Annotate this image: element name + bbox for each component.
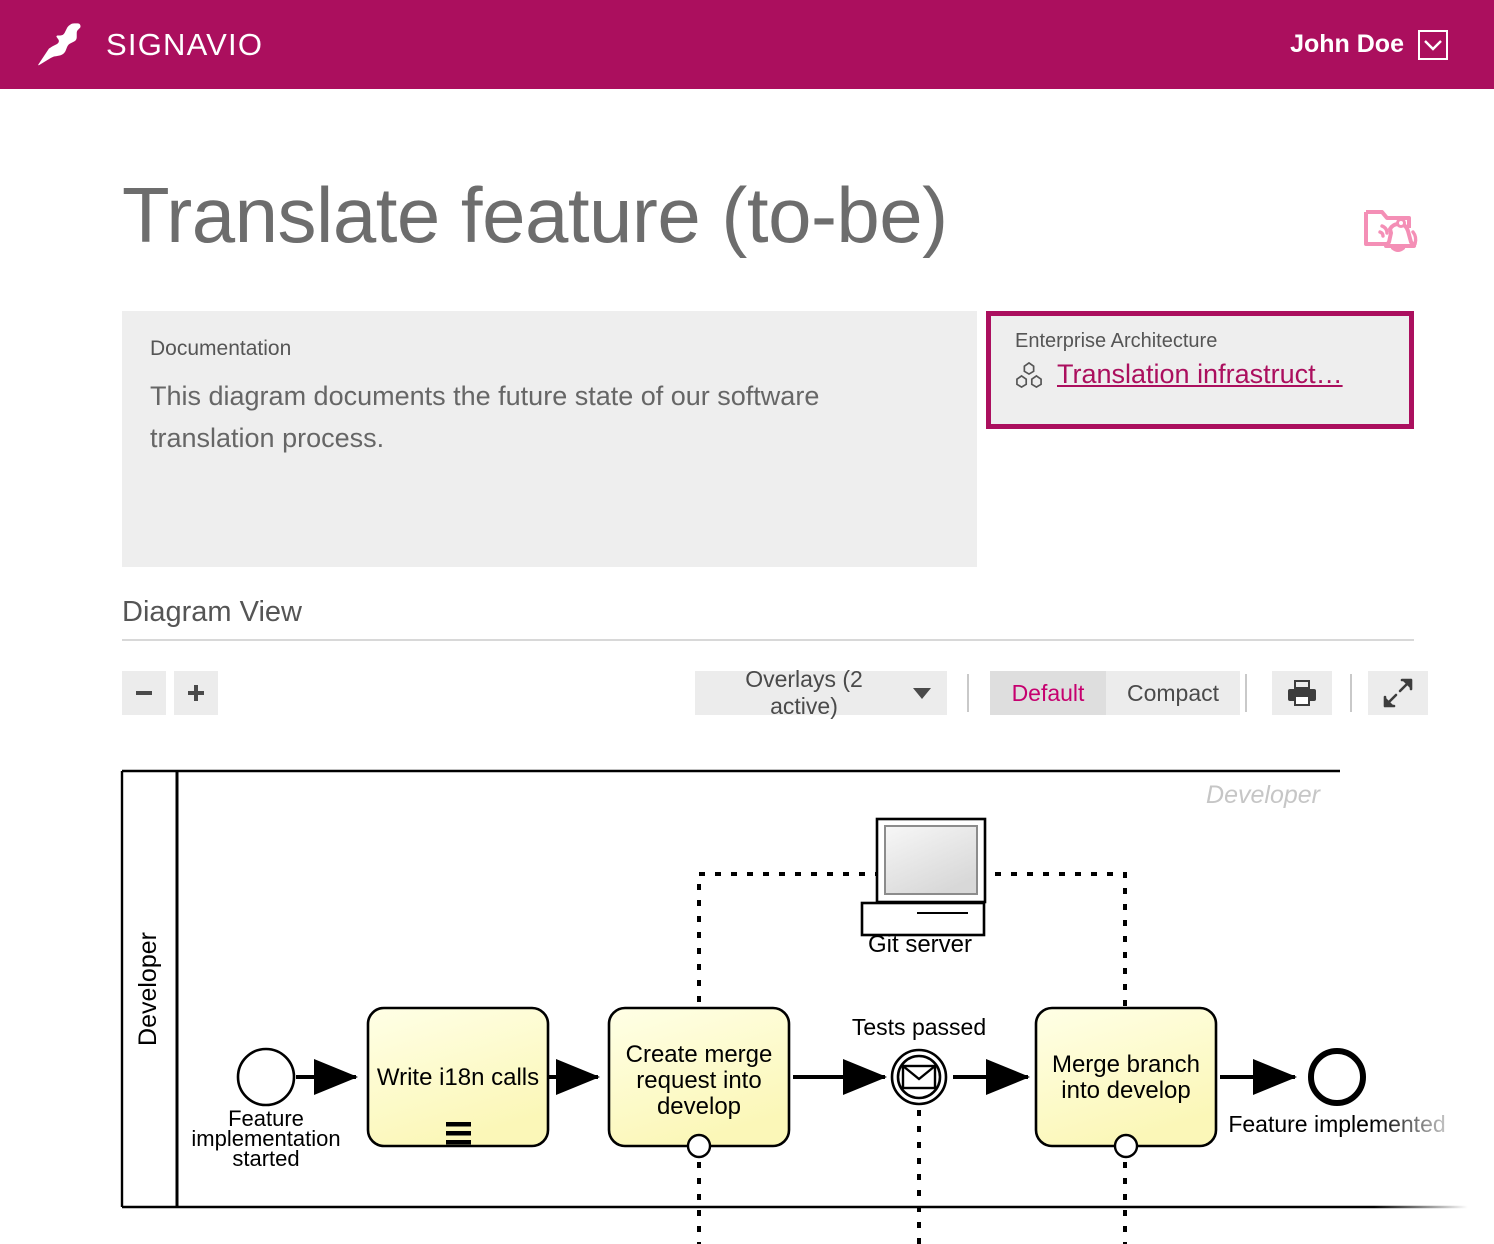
task-label-1: Create merge <box>626 1041 773 1068</box>
bpmn-task-create-merge-request[interactable]: Create merge request into develop <box>607 1006 791 1159</box>
documentation-label: Documentation <box>150 337 292 360</box>
bpmn-intermediate-message-catch-event[interactable]: Tests passed <box>852 1014 986 1106</box>
envelope-icon <box>901 1064 937 1090</box>
bpmn-diagram[interactable]: Developer Developer Feature implementati… <box>0 760 1494 1244</box>
manual-task-icon <box>446 1122 471 1145</box>
end-event-label: Feature implemented <box>1228 1111 1445 1137</box>
documentation-panel: Documentation This diagram documents the… <box>122 311 977 567</box>
git-server-label: Git server <box>868 931 972 958</box>
user-name: John Doe <box>1290 30 1404 58</box>
overlays-label: Overlays (2 active) <box>745 666 863 719</box>
user-menu[interactable]: John Doe <box>1290 29 1494 60</box>
task-label-2: request into <box>636 1067 761 1094</box>
bpmn-start-event[interactable]: Feature implementation started <box>191 1047 341 1171</box>
architecture-nodes-icon <box>1016 361 1042 388</box>
collapsed-subprocess-marker <box>1113 1133 1139 1159</box>
view-mode-default-button[interactable]: Default <box>990 671 1106 715</box>
bpmn-end-event[interactable]: Feature implemented <box>1228 1048 1446 1137</box>
diagram-canvas[interactable]: Developer Developer Feature implementati… <box>0 760 1494 1244</box>
enterprise-architecture-panel: Enterprise Architecture Translation infr… <box>986 311 1414 429</box>
enterprise-architecture-link[interactable]: Translation infrastruct… <box>1057 359 1343 390</box>
signavio-gazelle-logo <box>38 22 81 65</box>
collapsed-subprocess-marker <box>686 1133 712 1159</box>
enterprise-architecture-link-row[interactable]: Translation infrastruct… <box>1015 359 1391 390</box>
bpmn-task-merge-branch[interactable]: Merge branch into develop <box>1034 1006 1218 1159</box>
toolbar-divider <box>1350 674 1352 712</box>
minus-icon <box>136 691 152 695</box>
task-label: Write i18n calls <box>377 1064 539 1091</box>
plus-icon <box>188 685 204 701</box>
page-title: Translate feature (to-be) <box>122 171 948 259</box>
app-header: SIGNAVIO John Doe <box>0 0 1494 89</box>
start-event-label-3: started <box>232 1146 299 1171</box>
task-label-2: into develop <box>1061 1077 1190 1104</box>
zoom-in-button[interactable] <box>174 671 218 715</box>
folder-bell-subscribe-icon[interactable] <box>1360 196 1422 258</box>
diagram-toolbar: Overlays (2 active) Default Compact <box>122 666 1428 719</box>
view-mode-compact-button[interactable]: Compact <box>1106 671 1240 715</box>
section-title: Diagram View <box>122 596 302 628</box>
bpmn-task-write-i18n-calls[interactable]: Write i18n calls <box>366 1006 550 1148</box>
chevron-down-icon <box>913 687 931 699</box>
catch-event-label: Tests passed <box>852 1014 986 1040</box>
diagram-view-section-header: Diagram View <box>122 596 1414 641</box>
fullscreen-button[interactable] <box>1368 671 1428 715</box>
toolbar-divider <box>967 674 969 712</box>
pool-watermark-label: Developer <box>1206 781 1322 809</box>
title-row: Translate feature (to-be) <box>0 160 1494 270</box>
toolbar-divider <box>1245 674 1247 712</box>
printer-icon <box>1288 680 1316 706</box>
bpmn-git-server-participant[interactable]: Git server <box>860 817 987 958</box>
task-label-3: develop <box>657 1093 741 1120</box>
fullscreen-expand-icon <box>1383 678 1413 708</box>
zoom-out-button[interactable] <box>122 671 166 715</box>
print-button[interactable] <box>1272 671 1332 715</box>
overlays-dropdown[interactable]: Overlays (2 active) <box>695 666 947 719</box>
lane-label: Developer <box>134 932 162 1046</box>
chevron-down-icon[interactable] <box>1418 29 1448 60</box>
task-label-1: Merge branch <box>1052 1051 1200 1078</box>
documentation-text: This diagram documents the future state … <box>150 381 820 453</box>
brand-area[interactable]: SIGNAVIO <box>0 19 263 71</box>
enterprise-architecture-label: Enterprise Architecture <box>1015 330 1218 352</box>
brand-name: SIGNAVIO <box>106 26 264 62</box>
